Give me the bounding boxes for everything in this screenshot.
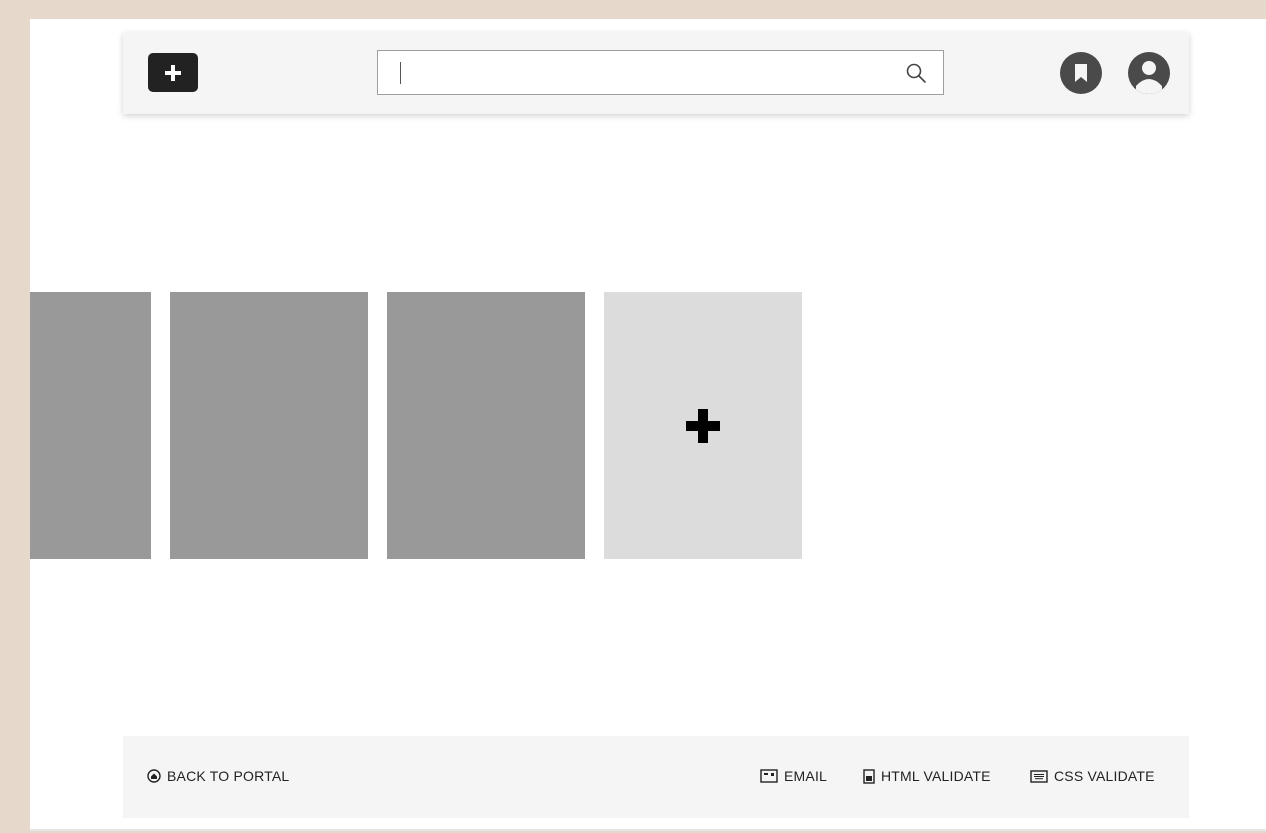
bookmark-icon bbox=[1075, 64, 1087, 82]
search-input[interactable] bbox=[388, 57, 892, 90]
back-to-portal-link[interactable]: BACK TO PORTAL bbox=[147, 768, 289, 784]
add-card-button[interactable] bbox=[604, 292, 802, 559]
user-button[interactable] bbox=[1128, 52, 1170, 94]
email-link[interactable]: EMAIL bbox=[760, 768, 827, 784]
text-caret bbox=[400, 62, 401, 84]
gallery-card[interactable] bbox=[30, 292, 151, 559]
email-label: EMAIL bbox=[784, 768, 828, 784]
add-button[interactable] bbox=[148, 53, 198, 92]
plus-icon bbox=[165, 64, 181, 81]
html-validate-link[interactable]: HTML VALIDATE bbox=[863, 768, 991, 784]
plus-icon bbox=[686, 408, 720, 443]
footer-bar: BACK TO PORTAL EMAIL HTML VALIDATE CSS V… bbox=[123, 736, 1189, 818]
back-to-portal-label: BACK TO PORTAL bbox=[167, 768, 290, 784]
css-validate-label: CSS VALIDATE bbox=[1054, 768, 1155, 784]
search-icon[interactable] bbox=[905, 62, 927, 84]
document-icon bbox=[863, 768, 875, 784]
keyboard-icon bbox=[1030, 769, 1048, 783]
html-validate-label: HTML VALIDATE bbox=[881, 768, 991, 784]
css-validate-link[interactable]: CSS VALIDATE bbox=[1030, 768, 1155, 784]
gallery-card[interactable] bbox=[387, 292, 585, 559]
gallery-card[interactable] bbox=[170, 292, 368, 559]
email-icon bbox=[760, 769, 778, 783]
page-bottom-border bbox=[30, 829, 1266, 831]
page: BACK TO PORTAL EMAIL HTML VALIDATE CSS V… bbox=[30, 19, 1266, 831]
home-circle-icon bbox=[147, 769, 161, 783]
search-box bbox=[377, 50, 944, 95]
top-bar bbox=[123, 32, 1189, 114]
bookmark-button[interactable] bbox=[1060, 52, 1102, 94]
user-icon bbox=[1136, 61, 1162, 94]
